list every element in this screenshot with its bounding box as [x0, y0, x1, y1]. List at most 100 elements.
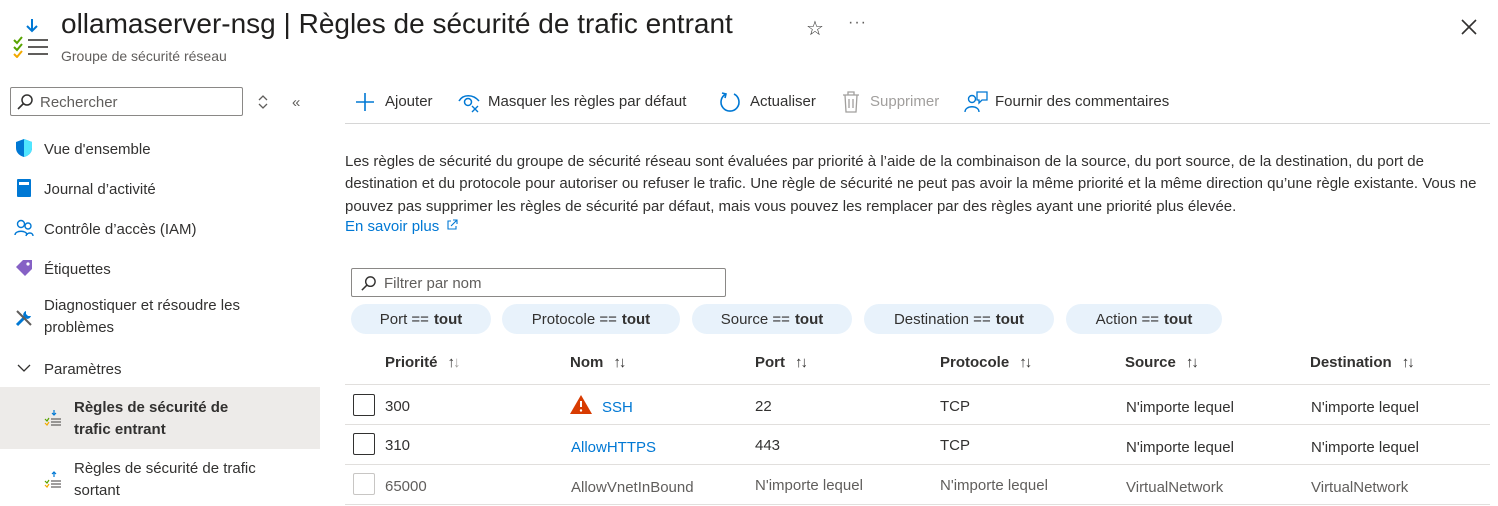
column-label: Destination	[1310, 354, 1392, 371]
pill-field: Protocole ==	[531, 310, 617, 328]
sort-icon: ↑↓	[1185, 354, 1199, 371]
feedback-button[interactable]: Fournir des commentaires	[964, 90, 1188, 114]
column-header-priority[interactable]: Priorité ↑↓	[385, 354, 461, 371]
pill-value: tout	[794, 310, 824, 328]
hide-default-rules-label: Masquer les règles par défaut	[488, 93, 687, 110]
cell-port: 443	[755, 437, 781, 454]
column-label: Source	[1125, 354, 1176, 371]
shield-icon	[16, 139, 32, 157]
inbound-rules-icon	[44, 410, 61, 426]
filter-pill-source[interactable]: Source == tout	[692, 304, 852, 334]
refresh-label: Actualiser	[750, 93, 816, 110]
sort-icon: ↑↓	[613, 354, 626, 371]
search-placeholder: Rechercher	[40, 94, 118, 111]
sort-icon: ↑↓	[1019, 354, 1032, 371]
row-checkbox[interactable]	[353, 433, 375, 455]
favorite-star-icon[interactable]: ☆	[806, 16, 824, 41]
cell-destination: VirtualNetwork	[1311, 479, 1409, 496]
cell-destination: N'importe lequel	[1311, 439, 1419, 456]
pill-value: tout	[621, 310, 651, 328]
sidebar-item-activity-log[interactable]: Journal d’activité	[0, 168, 320, 208]
sidebar-item-outbound-rules[interactable]: Règles de sécurité de trafic sortant	[0, 449, 320, 505]
table-row[interactable]: 300 SSH 22 TCP N'importe lequel N'import…	[345, 385, 1490, 424]
delete-button[interactable]: Supprimer	[841, 90, 953, 114]
sidebar-item-tags[interactable]: Étiquettes	[0, 248, 320, 288]
column-header-port[interactable]: Port ↑↓	[755, 354, 808, 371]
sort-icon: ↑↓	[1401, 354, 1415, 371]
learn-more-label: En savoir plus	[345, 218, 440, 235]
filter-by-name-input[interactable]: Filtrer par nom	[351, 268, 726, 297]
cell-name-link[interactable]: SSH	[602, 399, 633, 416]
cell-priority: 300	[385, 398, 411, 415]
row-checkbox	[353, 473, 375, 495]
table-row[interactable]: 310 AllowHTTPS 443 TCP N'importe lequel …	[345, 425, 1490, 464]
row-divider	[345, 504, 1490, 505]
pill-field: Destination ==	[893, 310, 991, 328]
cell-name: AllowVnetInBound	[571, 479, 694, 496]
learn-more-link[interactable]: En savoir plus	[345, 218, 458, 235]
sidebar-item-inbound-rules[interactable]: Règles de sécurité de trafic entrant	[0, 387, 320, 449]
sort-icon: ↑↓	[447, 354, 461, 371]
plus-icon	[356, 93, 374, 111]
sidebar-item-label: Vue d'ensemble	[44, 141, 151, 158]
cell-protocol: N'importe lequel	[940, 477, 1048, 494]
filter-pill-port[interactable]: Port == tout	[351, 304, 491, 334]
filter-pill-action[interactable]: Action == tout	[1066, 304, 1222, 334]
page-subtitle: Groupe de sécurité réseau	[61, 48, 227, 64]
column-header-destination[interactable]: Destination ↑↓	[1310, 354, 1415, 371]
column-label: Port	[755, 354, 785, 371]
column-label: Protocole	[940, 354, 1010, 371]
eye-hide-icon	[458, 95, 480, 113]
toolbar-divider	[345, 123, 1490, 124]
description-text: Les règles de sécurité du groupe de sécu…	[345, 153, 1477, 215]
table-row[interactable]: 65000 AllowVnetInBound N'importe lequel …	[345, 465, 1490, 505]
close-icon[interactable]	[1458, 16, 1480, 38]
sidebar-item-iam[interactable]: Contrôle d’accès (IAM)	[0, 208, 320, 248]
add-label: Ajouter	[385, 93, 433, 110]
sidebar-item-diagnose[interactable]: Diagnostiquer et résoudre les problèmes	[0, 287, 320, 347]
row-checkbox[interactable]	[353, 394, 375, 416]
pill-value: tout	[433, 310, 463, 328]
cell-source: VirtualNetwork	[1126, 479, 1224, 496]
cell-priority: 310	[385, 437, 411, 454]
people-icon	[14, 219, 34, 237]
tag-icon	[16, 260, 32, 276]
warning-icon	[570, 395, 592, 414]
column-header-source[interactable]: Source ↑↓	[1125, 354, 1199, 371]
cell-destination: N'importe lequel	[1311, 399, 1419, 416]
sidebar-item-label: Étiquettes	[44, 261, 111, 278]
refresh-button[interactable]: Actualiser	[719, 90, 829, 114]
filter-pill-destination[interactable]: Destination == tout	[864, 304, 1054, 334]
cell-protocol: TCP	[940, 398, 970, 415]
page-title: ollamaserver-nsg | Règles de sécurité de…	[61, 8, 733, 40]
chevron-down-icon	[17, 364, 31, 372]
sort-toggle-icon[interactable]	[256, 94, 270, 110]
pill-field: Source ==	[720, 310, 790, 328]
column-header-protocol[interactable]: Protocole ↑↓	[940, 354, 1032, 371]
column-header-name[interactable]: Nom ↑↓	[570, 354, 626, 371]
pill-value: tout	[995, 310, 1025, 328]
sidebar-section-settings[interactable]: Paramètres	[0, 348, 320, 388]
delete-label: Supprimer	[870, 93, 940, 110]
filter-pill-protocol[interactable]: Protocole == tout	[502, 304, 680, 334]
sidebar-item-label-line1: Règles de sécurité de trafic	[74, 460, 256, 477]
column-label: Nom	[570, 354, 604, 371]
cell-protocol: TCP	[940, 437, 970, 454]
refresh-icon	[720, 92, 740, 112]
sidebar-item-label-line1: Diagnostiquer et résoudre les	[44, 297, 240, 314]
collapse-sidebar-icon[interactable]: «	[292, 94, 300, 111]
blade-title: Règles de sécurité de trafic entrant	[298, 8, 733, 39]
more-options-icon[interactable]: ···	[848, 14, 867, 32]
sidebar-search-input[interactable]: Rechercher	[10, 87, 243, 116]
sidebar-item-overview[interactable]: Vue d'ensemble	[0, 128, 320, 168]
cell-port: 22	[755, 398, 772, 415]
inbound-rules-icon	[12, 16, 50, 59]
hide-default-rules-button[interactable]: Masquer les règles par défaut	[457, 90, 707, 114]
trash-icon	[843, 91, 859, 113]
sidebar-item-label-line1: Règles de sécurité de	[74, 399, 229, 416]
sidebar-item-label-line2: trafic entrant	[74, 421, 166, 438]
cell-name-link[interactable]: AllowHTTPS	[571, 439, 656, 456]
search-icon	[361, 276, 376, 291]
cell-source: N'importe lequel	[1126, 399, 1234, 416]
add-button[interactable]: Ajouter	[354, 90, 444, 114]
